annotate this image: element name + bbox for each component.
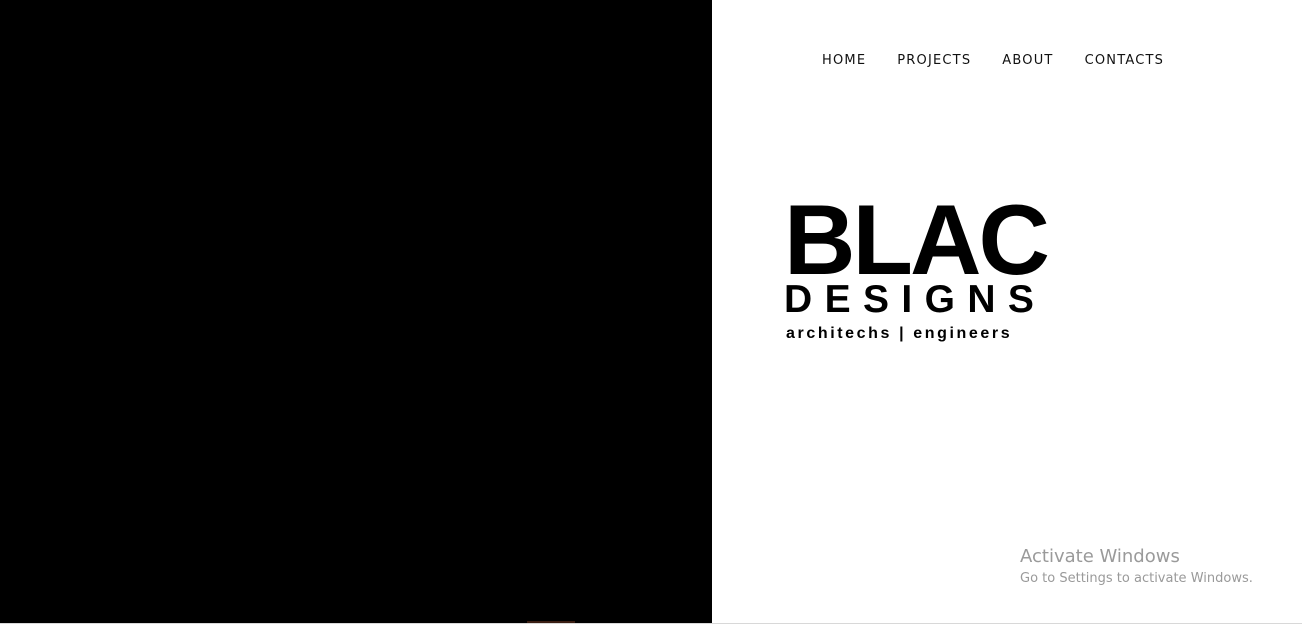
- watermark-subtitle: Go to Settings to activate Windows.: [1020, 571, 1253, 586]
- nav-item-projects[interactable]: PROJECTS: [897, 52, 971, 70]
- logo-tagline: architechs | engineers: [786, 325, 1013, 342]
- nav-item-home[interactable]: HOME: [822, 52, 866, 70]
- company-logo: BLAC DESIGNS architechs | engineers: [784, 184, 1054, 344]
- content-panel: HOME PROJECTS ABOUT CONTACTS BLAC DESIGN…: [712, 0, 1302, 623]
- nav-item-contacts[interactable]: CONTACTS: [1085, 52, 1165, 70]
- main-nav: HOME PROJECTS ABOUT CONTACTS: [822, 52, 1164, 70]
- nav-item-about[interactable]: ABOUT: [1002, 52, 1053, 70]
- watermark-title: Activate Windows: [1020, 546, 1180, 567]
- hero-image-panel: [0, 0, 712, 623]
- activate-windows-watermark: Activate Windows Go to Settings to activ…: [1020, 545, 1253, 589]
- page: HOME PROJECTS ABOUT CONTACTS BLAC DESIGN…: [0, 0, 1302, 624]
- logo-subtitle: DESIGNS: [784, 278, 1047, 321]
- logo-wordmark: BLAC: [784, 184, 1050, 295]
